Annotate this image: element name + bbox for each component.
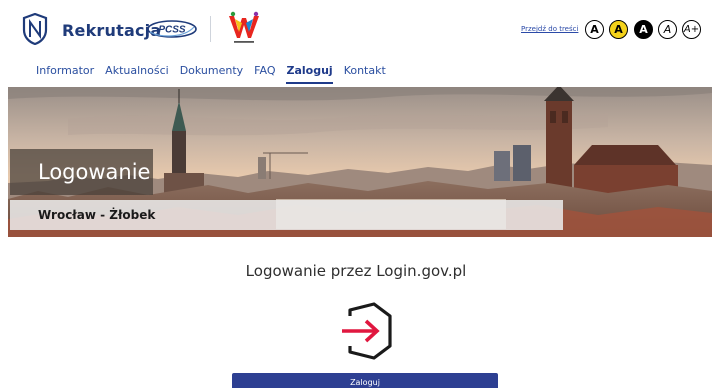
font-size-normal-button[interactable]: A: [658, 20, 677, 39]
page: Rekrutacja PCSS Przejdź do treści A A A …: [0, 0, 712, 388]
site-header: Rekrutacja PCSS Przejdź do treści A A A …: [0, 0, 712, 58]
pcss-logo-text: PCSS: [158, 25, 186, 36]
skip-to-content-link[interactable]: Przejdź do treści: [521, 25, 578, 33]
pcss-logo[interactable]: PCSS: [146, 19, 198, 39]
shield-logo-icon[interactable]: [22, 13, 48, 45]
contrast-yellow-button[interactable]: A: [609, 20, 628, 39]
login-heading: Logowanie przez Login.gov.pl: [245, 262, 467, 280]
logo-divider: [210, 16, 211, 42]
font-size-larger-button[interactable]: A+: [682, 20, 701, 39]
login-button[interactable]: Zaloguj: [232, 373, 498, 388]
contrast-default-button[interactable]: A: [585, 20, 604, 39]
main-nav: Informator Aktualności Dokumenty FAQ Zal…: [36, 64, 397, 84]
nav-item-kontakt[interactable]: Kontakt: [344, 64, 386, 84]
login-arrow-icon: [342, 302, 392, 360]
contrast-black-button[interactable]: A: [634, 20, 653, 39]
nav-item-informator[interactable]: Informator: [36, 64, 94, 84]
nav-item-faq[interactable]: FAQ: [254, 64, 275, 84]
page-title: Logowanie: [38, 160, 151, 184]
page-subtitle: Wrocław - Żłobek: [38, 208, 156, 222]
wroclaw-logo[interactable]: [226, 10, 262, 46]
nav-item-dokumenty[interactable]: Dokumenty: [180, 64, 243, 84]
nav-item-aktualnosci[interactable]: Aktualności: [105, 64, 169, 84]
nav-item-zaloguj[interactable]: Zaloguj: [286, 64, 333, 84]
